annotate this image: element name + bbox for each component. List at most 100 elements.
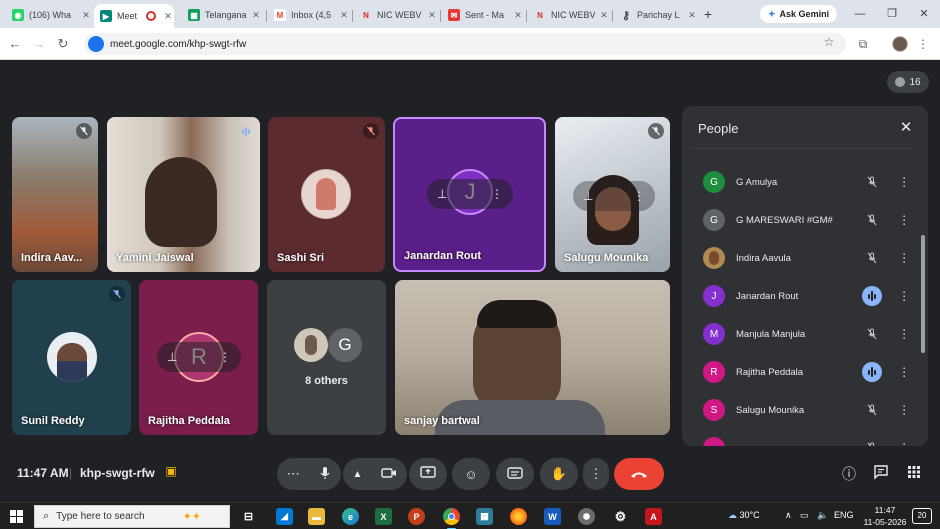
- more-options-icon[interactable]: ⋮: [896, 327, 912, 341]
- present-screen-button[interactable]: [409, 458, 447, 490]
- participant-row[interactable]: S Salugu Mounika ⋮: [690, 391, 912, 429]
- tab-parichay[interactable]: ⚷ Parichay L ✕: [614, 4, 698, 26]
- more-options-icon[interactable]: ⋮: [219, 350, 231, 364]
- more-video-options-icon[interactable]: ▲: [353, 469, 363, 480]
- show-hidden-icons-icon[interactable]: ∧: [785, 510, 792, 521]
- participant-row[interactable]: G G Amulya ⋮: [690, 163, 912, 201]
- cast-icon[interactable]: ⧉: [854, 35, 872, 53]
- microphone-icon[interactable]: [319, 466, 331, 483]
- mic-off-icon[interactable]: [862, 400, 882, 420]
- restore-icon[interactable]: ❐: [877, 4, 907, 24]
- tab-whatsapp[interactable]: ◉ (106) Wha ✕: [6, 4, 92, 26]
- pin-icon[interactable]: ⊥: [583, 189, 593, 203]
- app-icon-gray[interactable]: [578, 508, 595, 525]
- back-icon[interactable]: ←: [6, 35, 24, 53]
- reactions-button[interactable]: ☺: [452, 458, 490, 490]
- people-panel-scrollbar[interactable]: [921, 235, 925, 353]
- close-icon[interactable]: ✕: [512, 10, 524, 21]
- app-icon-blue[interactable]: ◢: [276, 508, 293, 525]
- meeting-details-icon[interactable]: ⓘ: [839, 464, 859, 484]
- close-icon[interactable]: ✕: [80, 10, 92, 21]
- file-explorer-icon[interactable]: ▬: [308, 508, 325, 525]
- taskbar-search[interactable]: ⌕ Type here to search ✦✦: [34, 505, 230, 528]
- acrobat-icon[interactable]: A: [645, 508, 662, 525]
- reload-icon[interactable]: ↻: [54, 35, 72, 53]
- chat-icon[interactable]: [871, 464, 891, 484]
- close-icon[interactable]: ✕: [598, 10, 610, 21]
- mic-off-icon[interactable]: [862, 210, 882, 230]
- tile-sanjay[interactable]: sanjay bartwal: [395, 280, 670, 435]
- profile-avatar[interactable]: [892, 36, 908, 52]
- camera-button[interactable]: ▲: [343, 458, 407, 490]
- more-options-icon[interactable]: ⋮: [896, 365, 912, 379]
- more-options-icon[interactable]: ⋮: [896, 251, 912, 265]
- tile-indira[interactable]: Indira Aav...: [12, 117, 98, 272]
- participant-row[interactable]: M Manjula Manjula ⋮: [690, 315, 912, 353]
- more-options-icon[interactable]: ⋮: [896, 441, 912, 446]
- network-icon[interactable]: ▭: [800, 510, 809, 521]
- close-icon[interactable]: ✕: [162, 11, 174, 22]
- captions-button[interactable]: [496, 458, 534, 490]
- raise-hand-button[interactable]: ✋: [540, 458, 578, 490]
- forward-icon[interactable]: →: [30, 35, 48, 53]
- mic-off-icon[interactable]: [862, 172, 882, 192]
- camera-icon[interactable]: [381, 467, 397, 482]
- activities-icon[interactable]: [904, 464, 924, 484]
- close-icon[interactable]: ✕: [250, 10, 262, 21]
- window-close-icon[interactable]: ✕: [909, 4, 939, 24]
- speaking-indicator-icon[interactable]: [862, 286, 883, 306]
- more-options-icon[interactable]: ⋮: [896, 403, 912, 417]
- mic-off-icon[interactable]: [862, 324, 882, 344]
- ask-gemini-button[interactable]: ✦ Ask Gemini: [760, 5, 838, 23]
- more-options-icon[interactable]: ⋮: [896, 289, 912, 303]
- weather-widget[interactable]: ☁ 30°C: [728, 510, 760, 521]
- close-icon[interactable]: ✕: [338, 10, 350, 21]
- participant-row[interactable]: R Rajitha Peddala ⋮: [690, 353, 912, 391]
- mic-off-icon[interactable]: [862, 248, 882, 268]
- tab-inbox[interactable]: M Inbox (4,5 ✕: [268, 4, 350, 26]
- tile-others[interactable]: G 8 others: [267, 280, 386, 435]
- more-options-icon[interactable]: ⋮: [491, 187, 503, 201]
- microphone-button[interactable]: ⋯: [277, 458, 341, 490]
- participant-row[interactable]: ⋮: [690, 429, 912, 446]
- host-controls-icon[interactable]: ▣: [163, 464, 179, 480]
- edge-icon[interactable]: e: [342, 508, 359, 525]
- word-icon[interactable]: W: [544, 508, 561, 525]
- close-icon[interactable]: ✕: [426, 10, 438, 21]
- participant-row[interactable]: G G MARESWARI #GM# ⋮: [690, 201, 912, 239]
- new-tab-button[interactable]: +: [700, 6, 716, 22]
- tile-rajitha[interactable]: R ⊥ ⋮ Rajitha Peddala: [139, 280, 258, 435]
- url-text[interactable]: meet.google.com/khp-swgt-rfw: [110, 39, 246, 50]
- pin-icon[interactable]: ⊥: [437, 187, 447, 201]
- language-indicator[interactable]: ENG: [834, 510, 854, 520]
- tab-sent-mail[interactable]: ✉ Sent - Ma ✕: [442, 4, 524, 26]
- tile-salugu[interactable]: ⊥ ⋮ Salugu Mounika: [555, 117, 670, 272]
- volume-icon[interactable]: 🔈: [817, 510, 828, 521]
- participant-row[interactable]: Indira Aavula ⋮: [690, 239, 912, 277]
- pin-icon[interactable]: ⊥: [167, 350, 177, 364]
- tile-janardan[interactable]: J ⊥ ⋮ Janardan Rout: [393, 117, 546, 272]
- close-icon[interactable]: ✕: [896, 118, 916, 138]
- tile-sashi[interactable]: Sashi Sri: [268, 117, 385, 272]
- firefox-icon[interactable]: [510, 508, 527, 525]
- powerpoint-icon[interactable]: P: [408, 508, 425, 525]
- store-icon[interactable]: ▦: [476, 508, 493, 525]
- speaking-indicator-icon[interactable]: [862, 362, 883, 382]
- mic-off-icon[interactable]: [862, 438, 882, 446]
- task-view-icon[interactable]: ⊟: [240, 508, 257, 525]
- taskbar-clock[interactable]: 11:47 11-05-2026: [862, 504, 908, 528]
- participant-count-badge[interactable]: 16: [887, 71, 929, 93]
- tile-yamini[interactable]: Yamini Jaiswal: [107, 117, 260, 272]
- participant-row[interactable]: J Janardan Rout ⋮: [690, 277, 912, 315]
- windows-start-icon[interactable]: [10, 510, 23, 523]
- chrome-icon[interactable]: [443, 508, 460, 529]
- tab-nic-webv-2[interactable]: N NIC WEBV ✕: [528, 4, 610, 26]
- browser-menu-icon[interactable]: ⋮: [914, 35, 932, 53]
- tab-telangana[interactable]: ▦ Telangana ✕: [182, 4, 262, 26]
- minimize-icon[interactable]: —: [845, 4, 875, 24]
- more-options-icon[interactable]: ⋮: [633, 189, 645, 203]
- more-audio-options-icon[interactable]: ⋯: [287, 466, 300, 482]
- tab-nic-webv-1[interactable]: N NIC WEBV ✕: [354, 4, 438, 26]
- close-icon[interactable]: ✕: [686, 10, 698, 21]
- tab-meet[interactable]: ▶ Meet ✕: [94, 4, 174, 28]
